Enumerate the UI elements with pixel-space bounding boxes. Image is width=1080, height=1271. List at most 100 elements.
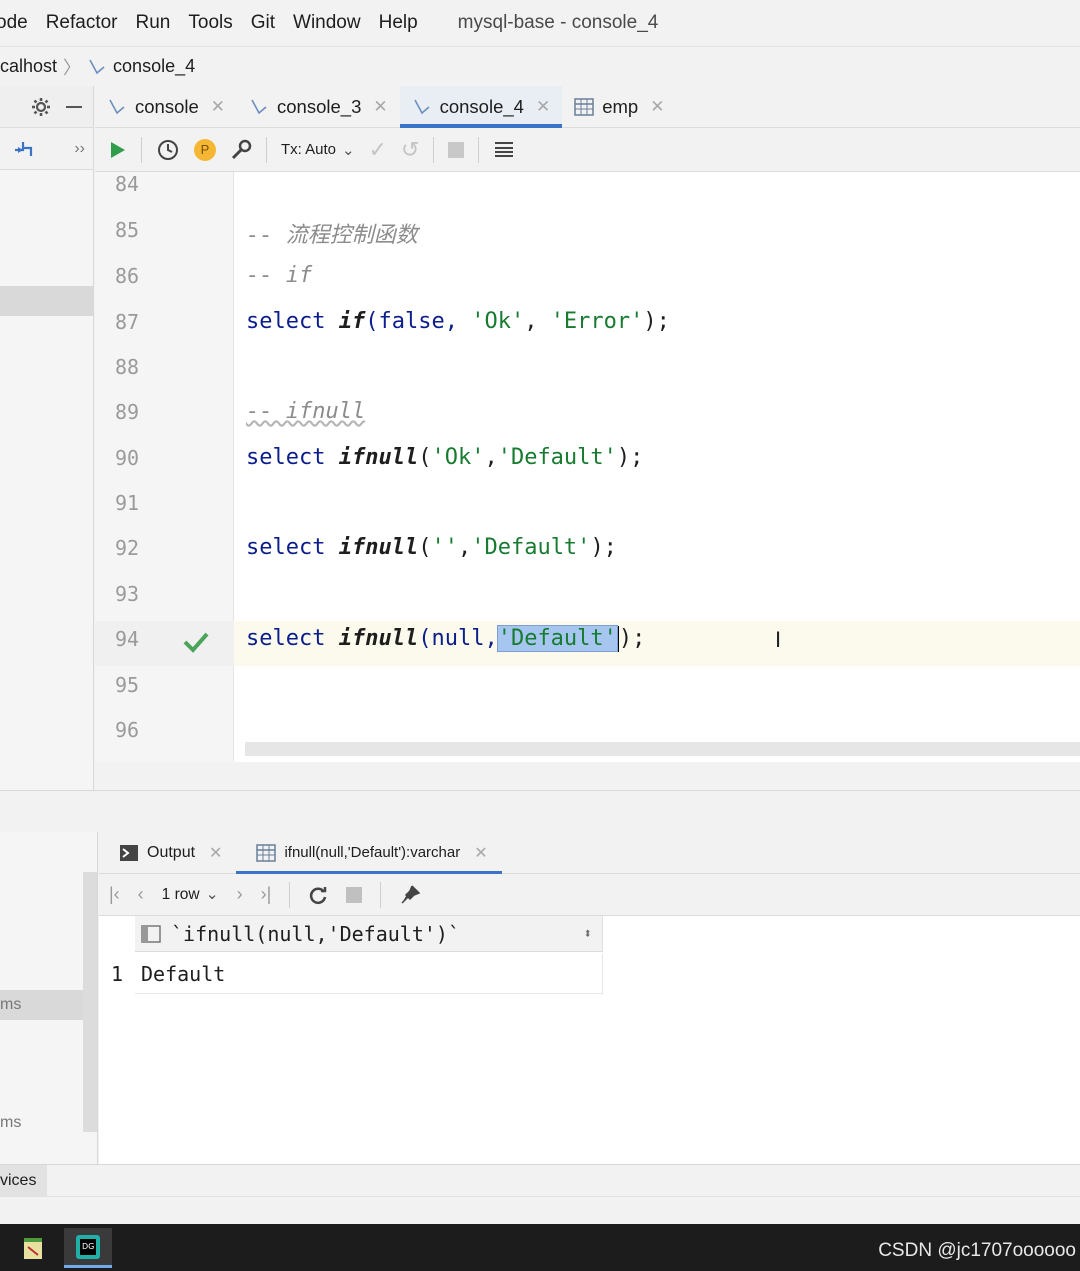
collapse-icon[interactable] <box>12 138 34 160</box>
menu-tools[interactable]: Tools <box>188 12 232 34</box>
tab-console-4[interactable]: console_4 ✕ <box>399 86 563 128</box>
close-icon[interactable]: ✕ <box>650 97 664 117</box>
line-number: 85 <box>115 218 140 242</box>
breadcrumb-root[interactable]: calhost <box>0 56 57 77</box>
tab-console-3[interactable]: console_3 ✕ <box>237 86 400 127</box>
string-literal: 'Default' <box>471 535 591 560</box>
menu-git[interactable]: Git <box>251 12 275 34</box>
svg-text:DG: DG <box>82 1242 94 1251</box>
taskbar-app-datagrip[interactable]: DG <box>64 1228 112 1268</box>
toolbar-divider <box>478 136 480 163</box>
code-line: 85 -- 流程控制函数 <box>95 212 1080 257</box>
menu-refactor[interactable]: Refactor <box>46 12 118 34</box>
close-icon[interactable]: ✕ <box>211 97 225 117</box>
run-icon[interactable] <box>107 140 127 160</box>
watermark-text: CSDN @jc1707oooooo <box>878 1240 1076 1261</box>
sql-editor[interactable]: 84 85 -- 流程控制函数 86 -- if 87 select if(fa… <box>95 172 1080 762</box>
line-number: 89 <box>115 400 140 424</box>
services-tool-tab[interactable]: vices <box>0 1165 47 1197</box>
result-cell[interactable]: Default <box>135 954 603 994</box>
menu-code[interactable]: ode <box>0 12 28 34</box>
code-line: 86 -- if <box>95 258 1080 303</box>
tab-label: ifnull(null,'Default'):varchar <box>284 844 461 861</box>
refresh-icon[interactable] <box>308 885 328 905</box>
result-tabs: Output ✕ ifnull(null,'Default'):varchar … <box>99 832 1080 874</box>
breadcrumb-leaf[interactable]: console_4 <box>113 56 195 77</box>
services-item[interactable]: ms <box>0 1114 21 1132</box>
close-icon[interactable]: ✕ <box>373 97 387 117</box>
minimize-icon[interactable] <box>65 98 83 116</box>
tx-mode-dropdown[interactable]: Tx: Auto ⌄ <box>281 141 355 159</box>
services-tree: ms ms <box>0 832 98 1164</box>
database-explorer-pane: ›› <box>0 86 94 792</box>
code-punc: ( <box>418 445 432 470</box>
line-number: 90 <box>115 446 140 470</box>
pin-icon[interactable] <box>399 884 421 906</box>
commit-icon[interactable]: ✓ <box>369 137 387 163</box>
close-icon[interactable]: ✕ <box>209 843 222 863</box>
line-number: 91 <box>115 491 140 515</box>
function-name: ifnull <box>338 626 419 651</box>
chevron-down-icon: ⌄ <box>342 141 355 159</box>
string-literal: 'Ok' <box>471 309 525 334</box>
row-count-label: 1 row <box>161 885 200 903</box>
row-count-dropdown[interactable]: 1 row ⌄ <box>162 885 219 904</box>
code-line: 84 <box>95 166 1080 211</box>
p-badge-icon[interactable]: P <box>194 138 216 161</box>
last-page-icon[interactable]: ›| <box>261 884 272 905</box>
panel-splitter[interactable] <box>0 790 1080 832</box>
code-line: 87 select if(false, 'Ok', 'Error'); <box>95 304 1080 349</box>
menu-run[interactable]: Run <box>136 12 171 34</box>
explorer-selected-row[interactable] <box>0 286 93 316</box>
next-page-icon[interactable]: › <box>237 884 243 905</box>
result-grid: `ifnull(null,'Default')` ⬍ 1 Default <box>99 916 1080 1164</box>
prev-page-icon[interactable]: ‹ <box>138 884 144 905</box>
comment-text: -- ifnull <box>246 399 366 424</box>
wrench-icon[interactable] <box>230 139 252 161</box>
close-icon[interactable]: ✕ <box>474 843 487 863</box>
rollback-icon[interactable]: ↺ <box>401 137 419 163</box>
services-item[interactable]: ms <box>0 996 21 1014</box>
keyword-select: select <box>246 535 326 560</box>
code-text: select ifnull('Ok','Default'); <box>246 445 643 470</box>
tab-console[interactable]: console ✕ <box>95 86 237 127</box>
tab-label: emp <box>602 95 639 117</box>
console-icon <box>413 99 430 114</box>
tab-emp[interactable]: emp ✕ <box>562 86 676 127</box>
string-literal: 'Default' <box>497 445 617 470</box>
code-text: select ifnull(null,'Default'); <box>246 625 645 652</box>
history-icon[interactable] <box>156 138 180 162</box>
code-text: select ifnull('','Default'); <box>246 535 617 560</box>
output-layout-icon[interactable] <box>493 139 515 161</box>
taskbar-app-notepad[interactable] <box>10 1228 58 1268</box>
line-number: 95 <box>115 673 140 697</box>
cell-value: Default <box>141 961 226 986</box>
vertical-scrollbar[interactable] <box>83 872 97 1132</box>
tab-label: console <box>135 95 199 117</box>
stop-icon[interactable] <box>448 141 465 158</box>
toolbar-divider <box>141 136 142 163</box>
keyword-select: select <box>246 309 326 334</box>
keyword-select: select <box>246 445 326 470</box>
gear-icon[interactable] <box>31 97 51 117</box>
more-icon[interactable]: ›› <box>74 140 85 158</box>
output-icon <box>120 844 138 861</box>
code-line: 90 select ifnull('Ok','Default'); <box>95 440 1080 485</box>
tab-output[interactable]: Output ✕ <box>99 832 236 873</box>
menu-window[interactable]: Window <box>293 12 361 34</box>
column-header[interactable]: `ifnull(null,'Default')` ⬍ <box>135 916 603 952</box>
line-number: 96 <box>115 718 140 742</box>
editor-tabs: console ✕ console_3 ✕ console_4 ✕ emp ✕ <box>95 86 1080 128</box>
menu-help[interactable]: Help <box>379 12 418 34</box>
code-line: 92 select ifnull('','Default'); <box>95 530 1080 575</box>
first-page-icon[interactable]: |‹ <box>109 884 120 905</box>
tab-result-ifnull[interactable]: ifnull(null,'Default'):varchar ✕ <box>236 832 502 874</box>
explorer-toolbar: ›› <box>0 128 93 170</box>
code-args: (false, <box>365 309 472 334</box>
sort-icon[interactable]: ⬍ <box>584 926 592 942</box>
line-number: 94 <box>115 627 140 651</box>
close-icon[interactable]: ✕ <box>536 97 550 117</box>
stop-icon[interactable] <box>346 886 363 903</box>
horizontal-scrollbar[interactable] <box>245 742 1080 756</box>
comment-text: -- if <box>246 263 313 288</box>
